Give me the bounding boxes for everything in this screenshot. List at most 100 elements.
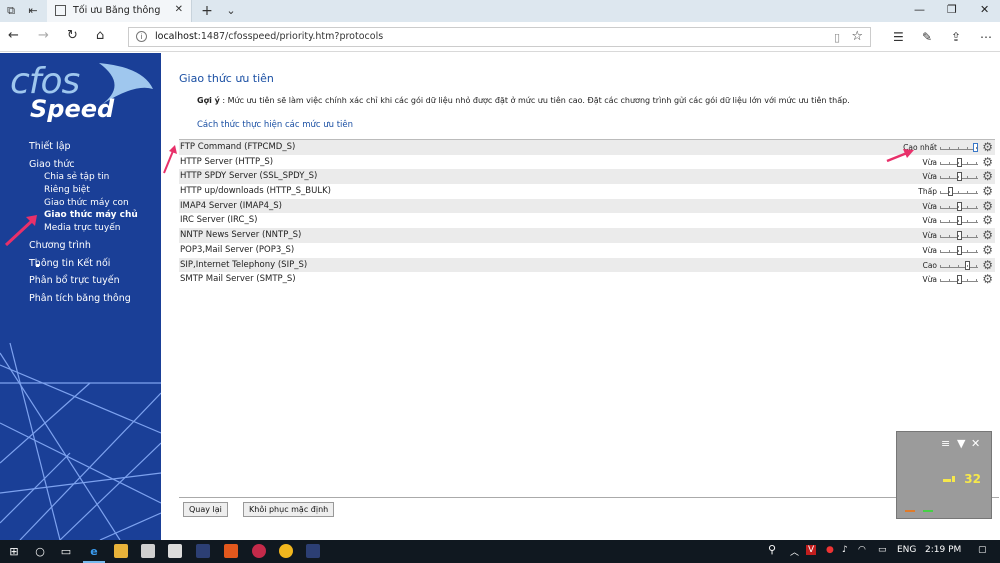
sidebar: cfos Speed Thiết lập Giao thức Chia sẻ t…	[0, 53, 161, 540]
cfosspeed-widget[interactable]: ≡ ▼ ✕ 32	[896, 431, 992, 519]
edge-icon[interactable]: e	[86, 544, 102, 559]
window-close-icon[interactable]: ✕	[980, 3, 989, 16]
task-view-icon[interactable]: ▭	[58, 544, 74, 559]
file-explorer-icon[interactable]	[114, 544, 128, 558]
store-icon[interactable]	[141, 544, 155, 558]
gear-icon[interactable]: ⚙	[982, 258, 993, 272]
sidebar-item-thiet-lap[interactable]: Thiết lập	[29, 141, 71, 152]
refresh-icon[interactable]: ↻	[67, 29, 78, 43]
sidebar-item-may-con[interactable]: Giao thức máy con	[44, 198, 129, 208]
volume-icon[interactable]: ♪	[842, 545, 848, 555]
photoshop2-icon[interactable]	[306, 544, 320, 558]
battery-icon[interactable]: ▭	[878, 545, 887, 555]
office-icon[interactable]	[224, 544, 238, 558]
start-windows-icon[interactable]: ⊞	[6, 544, 22, 559]
set-tabs-aside-icon[interactable]: ⇤	[26, 4, 40, 18]
gear-icon[interactable]: ⚙	[982, 213, 993, 227]
sidebar-item-phan-bo[interactable]: Phân bổ trực tuyến	[29, 275, 120, 286]
chrome-icon[interactable]	[279, 544, 293, 558]
footer-divider	[179, 497, 999, 498]
back-button[interactable]: Quay lại	[183, 502, 228, 517]
widget-close-icon[interactable]: ✕	[971, 437, 980, 450]
priority-slider[interactable]	[940, 201, 978, 211]
site-info-icon[interactable]: i	[136, 31, 147, 42]
gear-icon[interactable]: ⚙	[982, 272, 993, 286]
widget-dropdown-icon[interactable]: ▼	[957, 437, 965, 450]
home-icon[interactable]: ⌂	[96, 29, 104, 43]
favorites-hub-icon[interactable]: ☰	[893, 30, 904, 44]
priority-level-label: Vừa	[922, 201, 937, 211]
sidebar-item-media[interactable]: Media trực tuyến	[44, 223, 120, 233]
wifi-icon[interactable]: ◠	[858, 545, 866, 555]
new-tab-icon[interactable]: +	[200, 4, 214, 18]
more-icon[interactable]: ⋯	[980, 30, 992, 44]
gear-icon[interactable]: ⚙	[982, 169, 993, 183]
slider-tick	[976, 205, 977, 208]
forward-icon[interactable]: →	[38, 29, 49, 43]
address-bar[interactable]: i localhost:1487/cfosspeed/priority.htm?…	[128, 27, 871, 47]
gear-icon[interactable]: ⚙	[982, 228, 993, 242]
tab-close-icon[interactable]: ✕	[175, 4, 183, 15]
url-text[interactable]: localhost:1487/cfosspeed/priority.htm?pr…	[155, 31, 383, 42]
protocol-table: FTP Command (FTPCMD_S) Cao nhất ⚙ HTTP Serv…	[179, 139, 995, 287]
protocol-row: SMTP Mail Server (SMTP_S) Vừa ⚙	[179, 272, 995, 287]
gear-icon[interactable]: ⚙	[982, 155, 993, 169]
tray-chevron-icon[interactable]: ︿	[790, 545, 799, 558]
sidebar-item-thong-tin[interactable]: Thông tin Kết nối	[29, 258, 110, 269]
sidebar-item-giao-thuc[interactable]: Giao thức	[29, 159, 75, 170]
back-icon[interactable]: ←	[8, 29, 19, 43]
priority-slider[interactable]	[940, 143, 978, 152]
slider-tick	[976, 279, 977, 282]
pen-notes-icon[interactable]: ✎	[922, 30, 932, 44]
photoshop-icon[interactable]	[196, 544, 210, 558]
people-icon[interactable]: ⚲	[768, 543, 776, 556]
priority-level-label: Vừa	[922, 157, 937, 167]
slider-tick	[967, 249, 968, 252]
page-icon	[55, 5, 66, 16]
sidebar-item-may-chu[interactable]: Giao thức máy chủ	[44, 210, 138, 220]
app-red-icon[interactable]	[252, 544, 266, 558]
language-indicator[interactable]: ENG	[897, 545, 916, 555]
restore-defaults-button[interactable]: Khôi phục mặc định	[243, 502, 335, 517]
tray-v-icon[interactable]: V	[806, 545, 817, 555]
priority-slider[interactable]	[940, 260, 978, 270]
gear-icon[interactable]: ⚙	[982, 199, 993, 213]
favorite-star-icon[interactable]: ☆	[851, 29, 863, 44]
priority-slider[interactable]	[940, 157, 978, 167]
priority-slider[interactable]	[940, 187, 978, 197]
gear-icon[interactable]: ⚙	[982, 140, 993, 154]
sidebar-item-rieng-biet[interactable]: Riêng biệt	[44, 185, 90, 195]
restore-icon[interactable]: ❐	[947, 3, 957, 16]
slider-tick	[940, 249, 941, 252]
priority-slider[interactable]	[940, 245, 978, 255]
howto-link[interactable]: Cách thức thực hiện các mức ưu tiên	[197, 120, 353, 130]
widget-download-indicator	[923, 510, 933, 512]
browser-tab[interactable]: Tối ưu Băng thông ✕	[47, 0, 192, 22]
slider-tick	[958, 205, 959, 208]
cortana-icon[interactable]: ○	[32, 544, 48, 559]
priority-slider[interactable]	[940, 216, 978, 226]
slider-tick	[958, 147, 959, 149]
sidebar-item-phan-tich[interactable]: Phân tích băng thông	[29, 293, 131, 304]
priority-slider[interactable]	[940, 172, 978, 182]
priority-slider[interactable]	[940, 231, 978, 241]
tab-list-chevron-icon[interactable]: ⌄	[224, 4, 238, 18]
action-center-icon[interactable]: ▢	[978, 545, 987, 555]
gear-icon[interactable]: ⚙	[982, 184, 993, 198]
tab-actions-icon[interactable]: ⧉	[4, 4, 18, 18]
widget-menu-icon[interactable]: ≡	[941, 437, 950, 450]
clock[interactable]: 2:19 PM	[925, 545, 961, 555]
tray-app-icon[interactable]: ●	[826, 545, 834, 555]
priority-slider[interactable]	[940, 275, 978, 285]
slider-tick	[976, 176, 977, 179]
share-icon[interactable]: ⇪	[951, 30, 961, 44]
reading-view-icon[interactable]: ▯	[834, 31, 840, 44]
sidebar-item-chia-se[interactable]: Chia sẻ tập tin	[44, 172, 109, 182]
slider-tick	[940, 235, 941, 238]
minimize-icon[interactable]: —	[914, 3, 925, 16]
slider-tick	[949, 249, 950, 252]
mail-icon[interactable]	[168, 544, 182, 558]
gear-icon[interactable]: ⚙	[982, 243, 993, 257]
slider-tick	[940, 191, 941, 194]
slider-tick	[940, 220, 941, 223]
